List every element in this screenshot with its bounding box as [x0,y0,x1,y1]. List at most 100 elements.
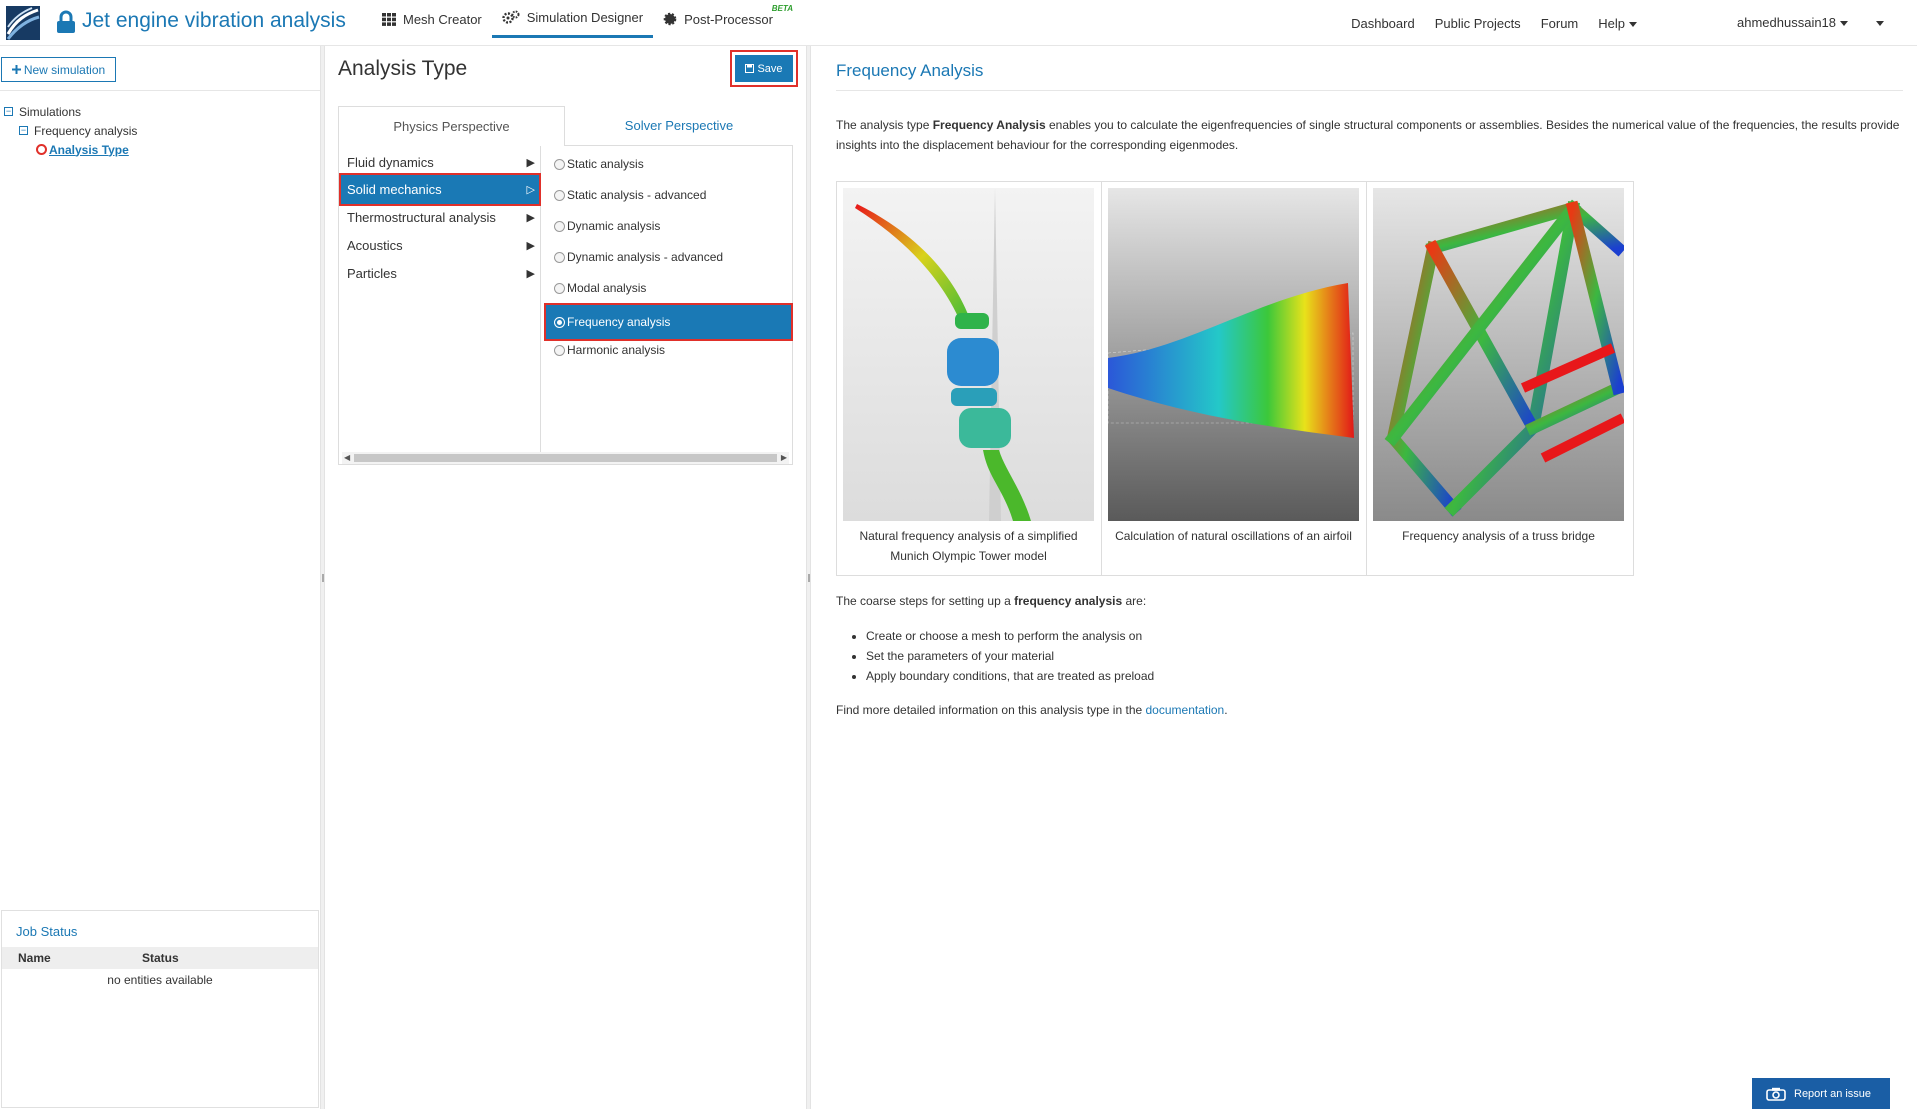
tree-node-label[interactable]: Analysis Type [49,143,129,157]
more-text: . [1224,703,1228,717]
analysis-type-list: Static analysis Static analysis - advanc… [544,146,794,452]
tool-label: Post-Processor [684,11,773,27]
collapse-icon[interactable]: − [4,107,13,116]
save-button[interactable]: Save [735,55,793,82]
nav-help-label: Help [1598,15,1625,31]
airfoil-simulation-image[interactable] [1108,188,1359,521]
tower-simulation-image[interactable] [843,188,1094,521]
gallery-card: Frequency analysis of a truss bridge [1367,182,1632,575]
radio-button[interactable] [554,220,565,232]
expand-arrow-icon: ▶ [526,212,535,224]
scroll-left-arrow-icon[interactable]: ◀ [344,452,350,464]
type-label: Static analysis - advanced [567,188,707,202]
tab-solver-perspective[interactable]: Solver Perspective [565,106,793,146]
gear-icon [663,12,677,26]
camera-icon [1766,1087,1786,1101]
category-label: Particles [347,266,397,281]
divider [0,90,320,91]
radio-button-selected[interactable] [554,316,565,328]
steps-bold: frequency analysis [1014,594,1123,608]
job-status-panel: Job Status Name Status no entities avail… [1,910,319,1108]
report-issue-button[interactable]: Report an issue [1752,1078,1890,1109]
horizontal-scrollbar[interactable]: ◀ ▶ [342,452,789,464]
more-text: Find more detailed information on this a… [836,703,1146,717]
plus-icon [11,65,21,74]
top-bar: Jet engine vibration analysis Mesh Creat… [0,0,1917,46]
help-panel: Frequency Analysis The analysis type Fre… [811,46,1917,1109]
list-item: Create or choose a mesh to perform the a… [866,626,1154,646]
radio-button[interactable] [554,344,565,356]
lock-icon [57,10,75,33]
type-label: Modal analysis [567,281,647,295]
tab-physics-perspective[interactable]: Physics Perspective [338,106,565,146]
nav-help[interactable]: Help [1598,16,1637,31]
report-issue-label: Report an issue [1794,1087,1872,1100]
type-label: Static analysis [567,157,644,171]
steps-intro: The coarse steps for setting up a freque… [836,594,1146,608]
scrollbar-thumb[interactable] [354,454,777,462]
column-status[interactable]: Status [127,951,179,965]
gallery-card: Calculation of natural oscillations of a… [1102,182,1367,575]
tab-content: Fluid dynamics ▶ Solid mechanics ▷ Therm… [338,145,793,465]
gallery-card: Natural frequency analysis of a simplifi… [837,182,1102,575]
more-info: Find more detailed information on this a… [836,703,1228,717]
simulation-tree: − Simulations − Frequency analysis Analy… [4,102,137,159]
new-simulation-label: New simulation [23,62,106,77]
user-menu[interactable]: ahmedhussain18 [1737,15,1849,30]
list-item: Set the parameters of your material [866,646,1154,666]
splitter-grip [322,574,324,582]
tree-node-analysis-type[interactable]: Analysis Type [4,140,137,159]
splitter-grip [808,574,810,582]
grid-icon [382,12,396,26]
beta-badge: BETA [771,4,793,13]
expand-arrow-icon: ▷ [526,184,535,196]
new-simulation-button[interactable]: New simulation [1,57,116,82]
example-gallery: Natural frequency analysis of a simplifi… [836,181,1634,576]
tool-post-processor[interactable]: Post-Processor BETA [653,0,793,38]
category-label: Fluid dynamics [347,155,434,170]
documentation-link[interactable]: documentation [1146,703,1225,717]
nav-public-projects[interactable]: Public Projects [1435,16,1521,31]
radio-button[interactable] [554,189,565,201]
simscale-logo-icon[interactable] [6,6,40,40]
column-name[interactable]: Name [2,951,127,965]
nav-dashboard[interactable]: Dashboard [1351,16,1415,31]
empty-message: no entities available [107,973,213,987]
tree-root[interactable]: − Simulations [4,102,137,121]
save-highlight: Save [730,50,798,87]
tree-root-label: Simulations [19,104,82,119]
expand-arrow-icon: ▶ [526,157,535,169]
tree-simulation[interactable]: − Frequency analysis [4,121,137,140]
collapse-icon[interactable]: − [19,126,28,135]
steps-list: Create or choose a mesh to perform the a… [836,626,1154,686]
divider [836,90,1903,91]
type-modal-analysis[interactable]: Modal analysis [544,270,793,306]
main-nav: Dashboard Public Projects Forum Help [1351,0,1637,46]
truss-bridge-simulation-image[interactable] [1373,188,1624,521]
nav-forum[interactable]: Forum [1541,16,1579,31]
tool-label: Mesh Creator [403,11,482,27]
radio-button[interactable] [554,158,565,170]
incomplete-status-icon [36,144,47,155]
tool-nav: Mesh Creator Simulation Designer Post-Pr… [372,0,793,38]
help-title: Frequency Analysis [836,61,984,80]
username: ahmedhussain18 [1737,15,1837,30]
category-label: Acoustics [347,238,403,253]
gears-icon [502,10,520,24]
type-label: Harmonic analysis [567,343,666,357]
intro-text: The analysis type [836,118,933,132]
gallery-caption: Frequency analysis of a truss bridge [1402,529,1595,543]
category-particles[interactable]: Particles ▶ [339,257,541,290]
tool-simulation-designer[interactable]: Simulation Designer [491,0,654,38]
panel-title: Analysis Type [338,57,468,80]
job-table-header: Name Status [2,947,318,969]
scroll-right-arrow-icon[interactable]: ▶ [781,452,787,464]
radio-button[interactable] [554,251,565,263]
chevron-down-icon [1629,21,1637,27]
radio-button[interactable] [554,282,565,294]
physics-category-list: Fluid dynamics ▶ Solid mechanics ▷ Therm… [339,146,541,452]
gallery-caption: Calculation of natural oscillations of a… [1115,529,1352,543]
type-harmonic-analysis[interactable]: Harmonic analysis [544,332,793,368]
more-menu-chevron-down-icon[interactable] [1876,21,1884,26]
tool-mesh-creator[interactable]: Mesh Creator [372,0,492,38]
